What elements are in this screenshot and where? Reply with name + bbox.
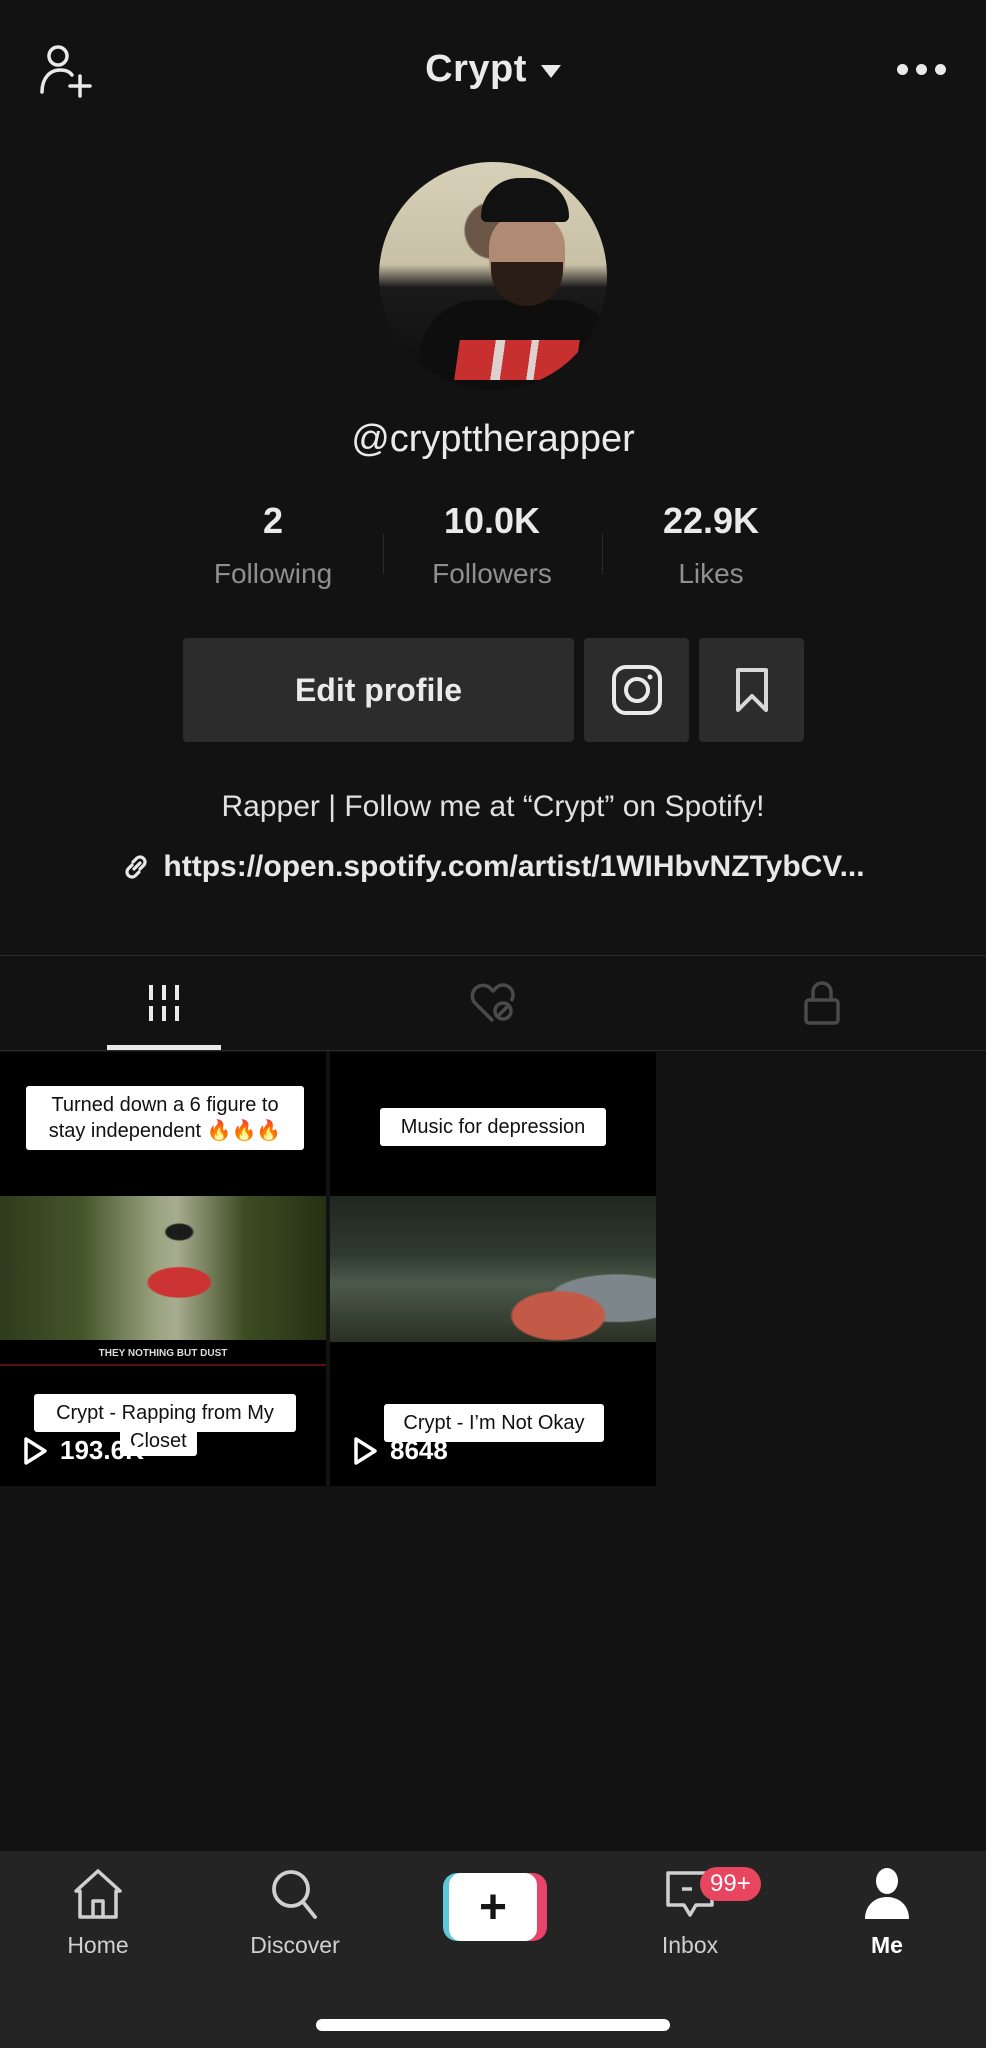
- lock-icon: [803, 981, 840, 1025]
- play-icon: [24, 1436, 47, 1465]
- video-thumbnail: [0, 1196, 326, 1340]
- instagram-icon: [611, 665, 662, 715]
- nav-discover[interactable]: Discover: [225, 1867, 365, 1959]
- tab-videos[interactable]: [0, 956, 329, 1050]
- following-label: Following: [213, 558, 333, 589]
- create-plus-icon: +: [449, 1873, 537, 1941]
- play-icon: [354, 1436, 377, 1465]
- stat-followers[interactable]: 10.0K Followers: [392, 500, 592, 590]
- tab-private[interactable]: [657, 956, 986, 1050]
- profile-avatar[interactable]: [379, 162, 607, 390]
- profile-link-text: https://open.spotify.com/artist/1WIHbvNZ…: [163, 850, 865, 883]
- hidden-heart-icon: [470, 983, 515, 1023]
- divider: [0, 1050, 986, 1051]
- likes-label: Likes: [678, 558, 744, 589]
- link-icon: [125, 855, 147, 879]
- caret-down-icon: [540, 65, 561, 78]
- content-tabs: [0, 956, 986, 1050]
- home-icon: [74, 1869, 122, 1919]
- username: @crypttherapper: [351, 418, 635, 460]
- view-count: 193.6K: [22, 1435, 144, 1466]
- instagram-button[interactable]: [584, 638, 689, 742]
- profile-link[interactable]: https://open.spotify.com/artist/1WIHbvNZ…: [0, 850, 986, 884]
- profile-actions: Edit profile: [183, 638, 804, 743]
- ellipsis-icon: [897, 64, 908, 75]
- more-options-button[interactable]: [897, 64, 946, 75]
- profile-icon: [865, 1868, 909, 1919]
- video-tile[interactable]: Music for depression Crypt - I’m Not Oka…: [330, 1052, 656, 1486]
- inbox-badge: 99+: [700, 1867, 761, 1901]
- account-name: Crypt: [425, 48, 527, 90]
- followers-count: 10.0K: [443, 500, 541, 541]
- profile-stats: 2 Following 10.0K Followers 22.9K Likes: [0, 500, 986, 610]
- nav-home[interactable]: Home: [28, 1867, 168, 1959]
- video-top-caption: Music for depression: [380, 1108, 606, 1146]
- stat-likes[interactable]: 22.9K Likes: [611, 500, 811, 590]
- edit-profile-button[interactable]: Edit profile: [183, 638, 574, 742]
- video-tile[interactable]: Turned down a 6 figure to stay independe…: [0, 1052, 326, 1486]
- video-subtitle: THEY NOTHING BUT DUST: [98, 1348, 228, 1359]
- top-bar: Crypt: [0, 0, 986, 140]
- video-thumbnail: [330, 1196, 656, 1342]
- stat-divider: [602, 534, 603, 574]
- profile-bio: Rapper | Follow me at “Crypt” on Spotify…: [221, 790, 765, 823]
- bookmark-icon: [735, 668, 768, 712]
- nav-me[interactable]: Me: [817, 1867, 957, 1959]
- favorites-button[interactable]: [699, 638, 804, 742]
- create-video-button[interactable]: +: [443, 1873, 547, 1941]
- stat-following[interactable]: 2 Following: [173, 500, 373, 590]
- grid-icon: [149, 985, 180, 1021]
- account-switcher[interactable]: Crypt: [425, 48, 561, 91]
- stat-divider: [383, 534, 384, 574]
- video-top-caption: Turned down a 6 figure to stay independe…: [26, 1086, 304, 1150]
- home-indicator[interactable]: [316, 2019, 670, 2031]
- video-grid: Turned down a 6 figure to stay independe…: [0, 1052, 656, 1486]
- likes-count: 22.9K: [662, 500, 760, 541]
- search-icon: [272, 1870, 317, 1919]
- following-count: 2: [262, 500, 284, 541]
- view-count: 8648: [352, 1435, 448, 1466]
- tab-liked[interactable]: [329, 956, 658, 1050]
- followers-label: Followers: [432, 558, 552, 589]
